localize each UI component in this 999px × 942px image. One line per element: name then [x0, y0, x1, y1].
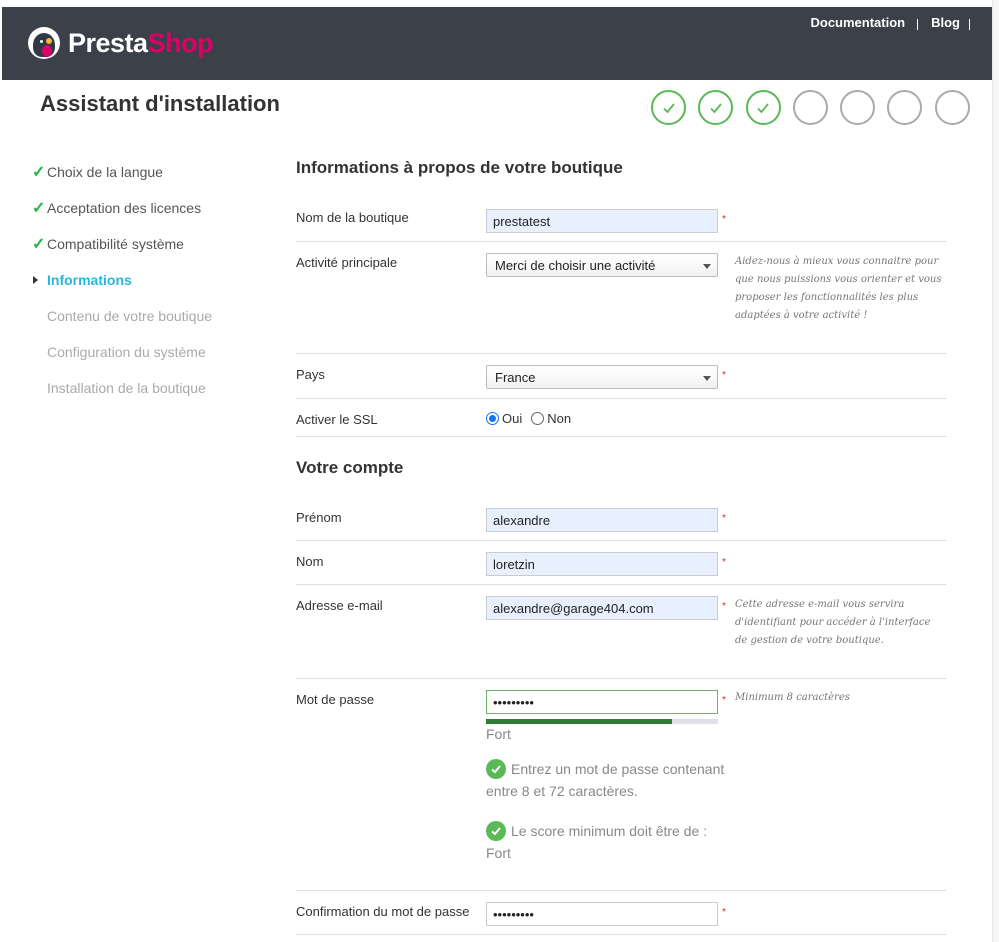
email-row: Adresse e-mail alexandre@garage404.com *…: [296, 585, 946, 679]
progress-steps: [651, 90, 982, 125]
sidebar-item-configuration: Configuration du système: [47, 344, 206, 360]
check-icon: [662, 102, 675, 113]
account-section-title: Votre compte: [296, 458, 404, 477]
link-separator: [969, 19, 970, 30]
email-label: Adresse e-mail: [296, 598, 383, 613]
step-7: [934, 90, 970, 125]
ssl-row: Activer le SSL Oui Non: [296, 399, 946, 437]
country-row: Pays France *: [296, 354, 946, 399]
logo-text: PrestaShop: [68, 27, 214, 58]
sidebar-item-language[interactable]: ✓ Choix de la langue: [32, 154, 272, 190]
ssl-yes-radio[interactable]: [486, 412, 499, 425]
check-icon: [710, 102, 722, 113]
password-row: Mot de passe ••••••••• * Minimum 8 carac…: [296, 679, 946, 891]
prestashop-logo[interactable]: PrestaShop: [28, 27, 214, 59]
required-marker: *: [722, 601, 726, 612]
sidebar-item-informations[interactable]: Informations: [32, 262, 272, 298]
activity-row: Activité principale Merci de choisir une…: [296, 242, 946, 354]
password-confirm-row: Confirmation du mot de passe ••••••••• *: [296, 891, 946, 935]
ssl-no-radio[interactable]: [531, 412, 545, 425]
sidebar: ✓ Choix de la langue ✓ Acceptation des lic…: [32, 154, 272, 406]
lastname-label: Nom: [296, 554, 324, 569]
shop-section-title: Informations à propos de votre boutique: [296, 158, 623, 177]
password-label: Mot de passe: [296, 692, 375, 707]
ssl-yes-label[interactable]: Oui: [502, 411, 522, 426]
lastname-input[interactable]: loretzin: [486, 552, 718, 576]
password-confirm-input[interactable]: •••••••••: [486, 902, 718, 926]
link-separator: [917, 19, 919, 30]
password-strength-bar: [486, 719, 718, 724]
check-circle-icon: [486, 759, 506, 779]
ssl-radio-group: Oui Non: [486, 411, 571, 426]
top-links: Documentation Blog: [810, 15, 970, 30]
sidebar-item-compatibility[interactable]: ✓ Compatibilité système: [32, 226, 272, 262]
sidebar-item-installation: Installation de la boutique: [47, 380, 206, 396]
check-icon: [757, 102, 769, 113]
required-marker: *: [722, 513, 726, 524]
check-icon: ✓: [32, 200, 46, 217]
top-strip: [0, 0, 999, 7]
caret-right-icon: [32, 276, 47, 284]
shop-name-input[interactable]: prestatest: [486, 209, 718, 233]
country-label: Pays: [296, 367, 325, 382]
step-6: [887, 90, 923, 125]
email-input[interactable]: alexandre@garage404.com: [486, 596, 718, 620]
header: PrestaShop Documentation Blog: [2, 7, 992, 80]
password-input[interactable]: •••••••••: [486, 690, 718, 714]
required-marker: *: [722, 557, 726, 568]
step-1-done: [651, 90, 686, 125]
check-icon: ✓: [32, 236, 46, 253]
country-select[interactable]: France: [486, 365, 718, 389]
sidebar-item-content: Contenu de votre boutique: [47, 308, 213, 324]
activity-select[interactable]: Merci de choisir une activité: [486, 253, 718, 277]
shop-name-label: Nom de la boutique: [296, 210, 409, 225]
chevron-down-icon: [703, 376, 711, 381]
lastname-row: Nom loretzin *: [296, 541, 946, 585]
check-circle-icon: [486, 821, 506, 841]
page-title: Assistant d'installation: [40, 91, 280, 116]
password-confirm-label: Confirmation du mot de passe: [296, 904, 470, 919]
puffin-logo-icon: [28, 27, 60, 59]
required-marker: *: [722, 214, 726, 225]
ssl-no-label[interactable]: Non: [547, 411, 571, 426]
sidebar-item-licenses[interactable]: ✓ Acceptation des licences: [32, 190, 272, 226]
firstname-input[interactable]: alexandre: [486, 508, 718, 532]
step-2-done: [698, 90, 734, 125]
password-rule-score: Le score minimum doit être de : Fort: [486, 821, 708, 861]
check-icon: ✓: [32, 164, 46, 181]
password-help: Minimum 8 caractères: [735, 692, 850, 703]
required-marker: *: [722, 907, 726, 918]
chevron-down-icon: [703, 264, 711, 269]
step-4: [792, 90, 828, 125]
activity-help: Aidez-nous à mieux vous connaitre pour q…: [735, 256, 942, 321]
email-help: Cette adresse e-mail vous servira d'iden…: [735, 599, 931, 646]
blog-link[interactable]: Blog: [931, 15, 960, 30]
required-marker: *: [722, 695, 726, 706]
shop-name-row: Nom de la boutique prestatest *: [296, 198, 946, 242]
password-strength-label: Fort: [486, 726, 511, 742]
password-rule-length: Entrez un mot de passe contenant entre 8…: [486, 759, 725, 799]
scrollbar[interactable]: [992, 0, 999, 942]
firstname-label: Prénom: [296, 510, 342, 525]
firstname-row: Prénom alexandre *: [296, 497, 946, 541]
documentation-link[interactable]: Documentation: [810, 15, 905, 30]
required-marker: *: [722, 370, 726, 381]
step-5: [840, 90, 876, 125]
password-strength-fill: [486, 719, 672, 724]
activity-label: Activité principale: [296, 255, 398, 270]
ssl-label: Activer le SSL: [296, 412, 378, 427]
step-3-done: [745, 90, 781, 125]
